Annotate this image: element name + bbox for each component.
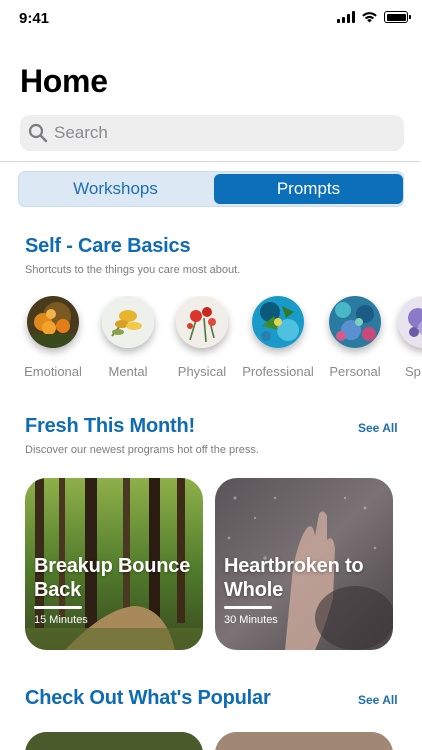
tab-prompts[interactable]: Prompts xyxy=(214,174,403,204)
search-icon xyxy=(28,123,48,143)
cellular-signal-icon xyxy=(337,11,355,23)
card-duration: 30 Minutes xyxy=(224,614,278,626)
status-icons xyxy=(337,11,411,23)
category-image xyxy=(176,296,228,348)
category-image xyxy=(252,296,304,348)
page-title: Home xyxy=(20,63,108,99)
search-bar[interactable] xyxy=(20,115,404,151)
segmented-control: Workshops Prompts xyxy=(18,171,404,207)
program-card-breakup-bounce-back[interactable]: Breakup Bounce Back 15 Minutes xyxy=(25,478,203,650)
card-duration: 15 Minutes xyxy=(34,614,88,626)
category-spiritual[interactable]: Sp xyxy=(379,296,422,379)
fresh-subtitle: Discover our newest programs hot off the… xyxy=(25,444,259,456)
popular-see-all-link[interactable]: See All xyxy=(358,693,398,707)
tab-workshops[interactable]: Workshops xyxy=(21,174,210,204)
program-card-heartbroken-to-whole[interactable]: Heartbroken to Whole 30 Minutes xyxy=(215,478,393,650)
status-time: 9:41 xyxy=(19,10,50,27)
battery-icon xyxy=(384,11,411,23)
popular-title: Check Out What's Popular xyxy=(25,687,271,709)
card-image-edge xyxy=(25,732,203,750)
category-image xyxy=(102,296,154,348)
category-row: Emotional Mental Physical Professional P… xyxy=(0,296,422,384)
category-image xyxy=(329,296,381,348)
search-input[interactable] xyxy=(54,123,374,143)
popular-card-2[interactable] xyxy=(215,732,393,750)
category-label: Sp xyxy=(405,364,421,379)
fresh-see-all-link[interactable]: See All xyxy=(358,421,398,435)
status-bar: 9:41 xyxy=(0,0,422,36)
card-divider xyxy=(34,606,82,609)
header-divider xyxy=(0,161,420,162)
popular-card-1[interactable] xyxy=(25,732,203,750)
card-title: Heartbroken to Whole xyxy=(224,555,364,601)
fresh-title: Fresh This Month! xyxy=(25,415,195,437)
category-image xyxy=(27,296,79,348)
card-divider xyxy=(224,606,272,609)
self-care-subtitle: Shortcuts to the things you care most ab… xyxy=(25,264,241,276)
wifi-icon xyxy=(362,12,377,23)
category-image xyxy=(398,296,422,348)
card-image-edge xyxy=(215,732,393,750)
self-care-title: Self - Care Basics xyxy=(25,235,191,257)
card-title: Breakup Bounce Back xyxy=(34,555,191,601)
